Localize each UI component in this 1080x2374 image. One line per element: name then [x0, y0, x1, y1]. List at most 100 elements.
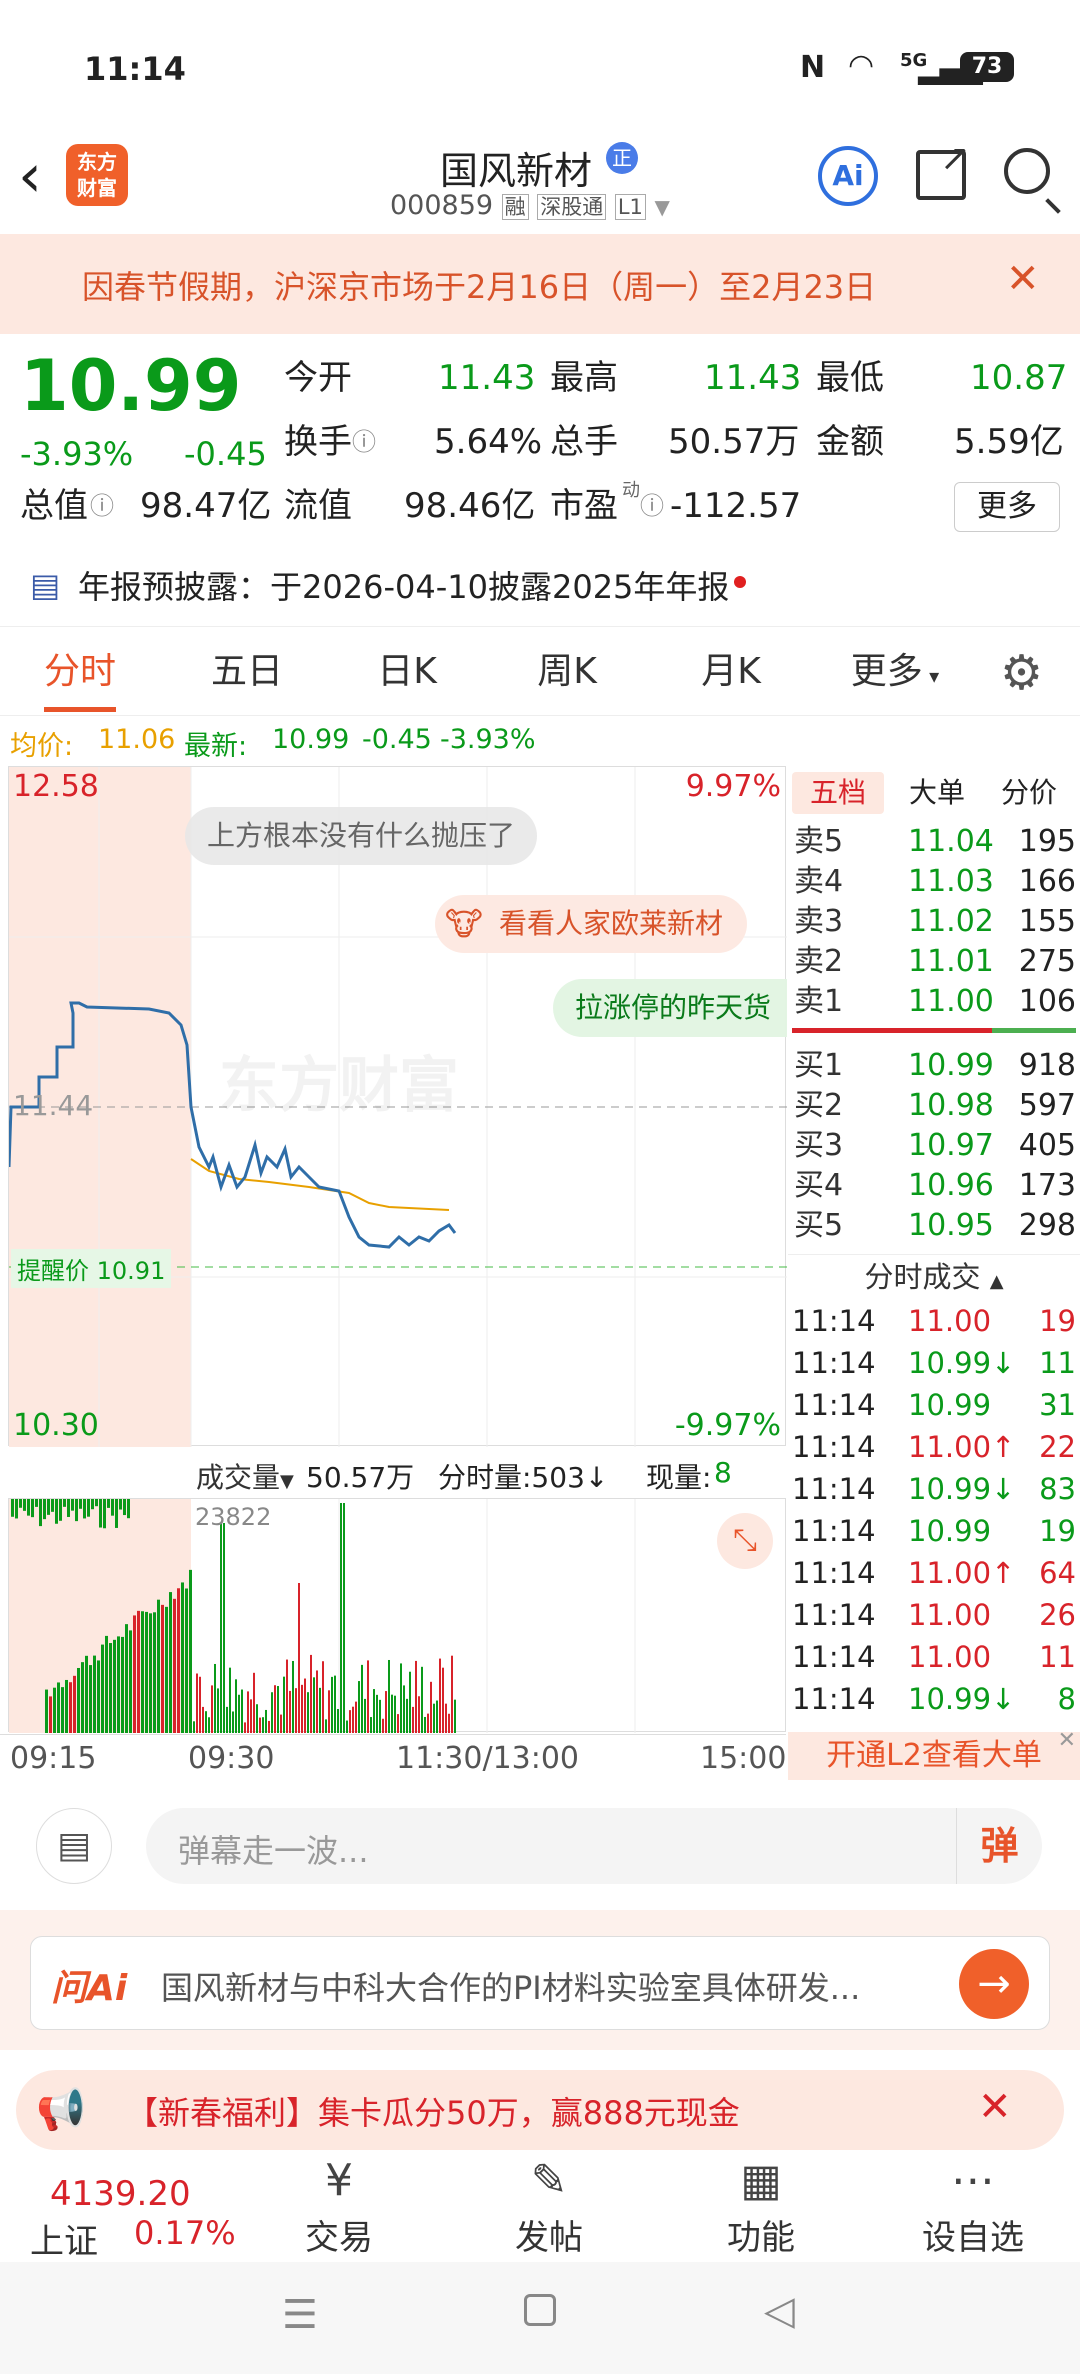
- info-icon[interactable]: ⓘ: [640, 484, 664, 528]
- close-icon[interactable]: ✕: [1006, 256, 1040, 302]
- ask-volume: 195: [1018, 824, 1076, 859]
- volume-bar: [379, 1699, 381, 1733]
- search-icon[interactable]: [1004, 148, 1061, 214]
- danmu-bubble[interactable]: 上方根本没有什么抛压了: [185, 807, 538, 865]
- trade-price: 10.99: [908, 1514, 992, 1548]
- last-pct: -3.93%: [440, 724, 536, 755]
- volume-dropdown[interactable]: 成交量▼: [196, 1456, 294, 1496]
- close-icon[interactable]: ✕: [978, 2084, 1012, 2130]
- low-value: 10.87: [970, 358, 1068, 398]
- info-icon[interactable]: ⓘ: [90, 484, 114, 528]
- tab-price-dist[interactable]: 分价: [984, 772, 1074, 814]
- intraday-chart[interactable]: 东方财富 12.58 9.97% 11.44 10.30 -9.97% 提醒价 …: [8, 766, 787, 1447]
- holiday-notice[interactable]: 因春节假期，沪深京市场于2月16日（周一）至2月23日 ✕: [0, 234, 1080, 334]
- ask-row: 卖4 11.03 166: [788, 862, 1080, 902]
- expand-icon[interactable]: ⤡: [717, 1513, 773, 1569]
- volume-bar: [83, 1499, 86, 1519]
- back-icon[interactable]: ‹: [18, 146, 42, 206]
- volume-bar: [319, 1687, 321, 1733]
- app-logo[interactable]: 东方 财富: [66, 144, 128, 206]
- back-nav-icon[interactable]: ◁: [764, 2288, 795, 2334]
- tab-big-order[interactable]: 大单: [892, 772, 982, 814]
- tab-monthly[interactable]: 月K: [676, 627, 786, 717]
- volume-bar: [250, 1699, 252, 1733]
- tab-level5[interactable]: 五档: [792, 772, 884, 814]
- settings-icon[interactable]: ⚙: [1000, 645, 1043, 701]
- tab-weekly[interactable]: 周K: [512, 627, 622, 717]
- danmu-bubble[interactable]: 🐮 看看人家欧莱新材: [435, 895, 748, 953]
- high-value: 11.43: [704, 358, 802, 398]
- trade-volume: 22: [1039, 1430, 1076, 1464]
- nav-label: 发帖: [515, 2218, 583, 2258]
- ai-question-bar: 问Ai 国风新材与中科大合作的PI材料实验室具体研发... →: [0, 1910, 1080, 2050]
- volume-bar: [97, 1660, 100, 1733]
- menu-icon[interactable]: ☰: [282, 2292, 318, 2338]
- stock-code-line[interactable]: 000859 融 深股通 L1 ▼: [390, 190, 670, 221]
- tab-intraday[interactable]: 分时: [30, 627, 130, 717]
- l2-upgrade-banner[interactable]: 开通L2查看大单: [788, 1732, 1080, 1780]
- info-icon[interactable]: ⓘ: [352, 420, 376, 464]
- ask-label: 卖2: [794, 944, 844, 979]
- bid-price: 10.97: [908, 1128, 994, 1163]
- trade-price: 10.99: [908, 1388, 992, 1422]
- close-icon[interactable]: ✕: [1058, 1728, 1076, 1753]
- trade-price: 10.99↓: [908, 1682, 1016, 1716]
- index-ticker[interactable]: 4139.20 上证 0.17%: [20, 2162, 250, 2262]
- ask-row: 卖5 11.04 195: [788, 822, 1080, 862]
- alert-price-label[interactable]: 提醒价 10.91: [11, 1249, 172, 1288]
- volume-bar: [51, 1499, 54, 1512]
- trade-time: 11:14: [792, 1682, 876, 1716]
- time-tick: 09:30: [188, 1741, 275, 1776]
- trade-volume: 19: [1039, 1514, 1076, 1548]
- volume-bar: [349, 1710, 351, 1733]
- nav-post[interactable]: ✎ 发帖: [474, 2152, 624, 2262]
- nav-trade[interactable]: ¥ 交易: [264, 2152, 414, 2262]
- nav-add-watchlist[interactable]: ⋯ 设自选: [898, 2152, 1048, 2262]
- volume-bar: [397, 1714, 399, 1733]
- volume-bar: [23, 1499, 26, 1511]
- volume-bar: [71, 1499, 74, 1511]
- volume-bar: [235, 1679, 237, 1733]
- trade-row: 11:14 10.99↓ 83: [788, 1468, 1080, 1510]
- trade-price: 10.99↓: [908, 1346, 1016, 1380]
- bid-row: 买1 10.99 918: [788, 1046, 1080, 1086]
- ai-icon[interactable]: Ai: [818, 146, 878, 206]
- tab-more-label: 更多: [850, 651, 923, 692]
- share-icon[interactable]: ↗: [916, 138, 970, 200]
- volume-bar: [439, 1658, 441, 1733]
- volume-bar: [101, 1644, 104, 1733]
- volume-bar: [433, 1703, 435, 1733]
- tab-more[interactable]: 更多 ▾: [840, 627, 950, 717]
- more-button[interactable]: 更多: [954, 482, 1060, 532]
- volume-bar: [385, 1691, 387, 1733]
- trades-header[interactable]: 分时成交 ▲: [788, 1254, 1080, 1298]
- volume-bar: [394, 1695, 396, 1733]
- ai-question-card[interactable]: 问Ai 国风新材与中科大合作的PI材料实验室具体研发... →: [30, 1936, 1050, 2030]
- danmu-input[interactable]: 弹幕走一波... 弹: [146, 1808, 1042, 1884]
- promo-banner[interactable]: 📢 【新春福利】集卡瓜分50万，赢888元现金 ✕: [16, 2070, 1064, 2150]
- nav-functions[interactable]: ▦ 功能: [686, 2152, 836, 2262]
- now-volume-value: 8: [714, 1456, 732, 1489]
- unread-dot: [734, 576, 746, 588]
- home-icon[interactable]: [524, 2294, 556, 2326]
- bid-price: 10.98: [908, 1088, 994, 1123]
- danmu-send-button[interactable]: 弹: [956, 1808, 1042, 1884]
- volume-chart[interactable]: 23822 ⤡: [8, 1498, 786, 1733]
- arrow-right-icon[interactable]: →: [959, 1949, 1029, 2019]
- volume-bar: [340, 1503, 342, 1733]
- index-value: 4139.20: [50, 2174, 191, 2214]
- trade-time: 11:14: [792, 1598, 876, 1632]
- tab-daily[interactable]: 日K: [352, 627, 462, 717]
- volume-bar: [454, 1699, 456, 1733]
- volume-bar: [280, 1714, 282, 1733]
- volume-bar: [361, 1664, 363, 1733]
- volume-bar: [337, 1708, 339, 1733]
- volume-bar: [91, 1499, 94, 1510]
- danmu-bubble[interactable]: 拉涨停的昨天货: [553, 979, 787, 1037]
- bid-label: 买1: [794, 1048, 844, 1083]
- tab-5day[interactable]: 五日: [192, 627, 302, 717]
- volume-bar: [67, 1499, 70, 1517]
- report-text[interactable]: 年报预披露：于2026-04-10披露2025年年报: [78, 562, 729, 608]
- danmu-settings-icon[interactable]: ▤: [36, 1808, 112, 1884]
- volume-bar: [217, 1688, 219, 1733]
